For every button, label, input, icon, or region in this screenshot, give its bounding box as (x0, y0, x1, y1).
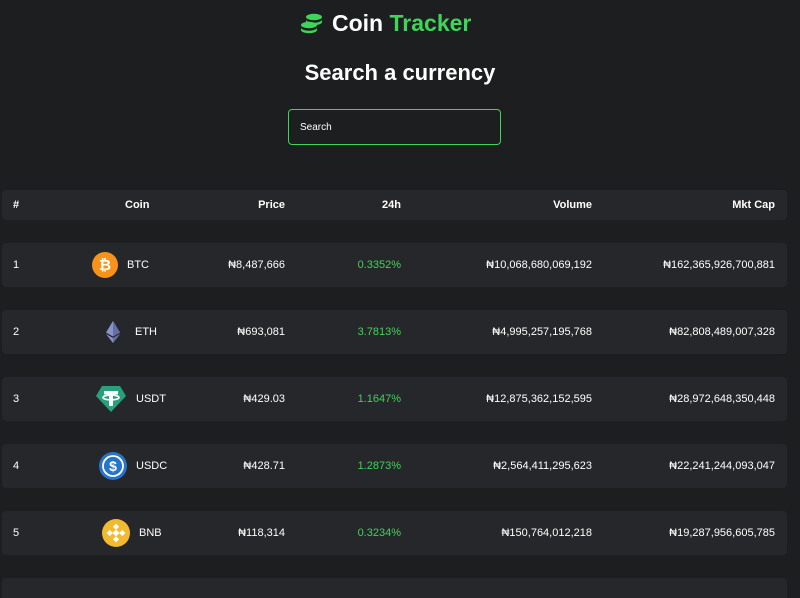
column-header-rank: # (13, 199, 20, 211)
coin-rank: 3 (13, 393, 20, 405)
coins-stack-icon (301, 13, 322, 33)
coin-change-24h: 0.3234% (357, 527, 401, 539)
coin-rank: 5 (13, 527, 20, 539)
coin-cell[interactable]: ₿ BTC (92, 243, 149, 287)
coin-volume: ₦12,875,362,152,595 (486, 393, 592, 405)
coin-rank: 1 (13, 259, 20, 271)
coin-price: ₦428.71 (243, 460, 285, 472)
tether-icon (95, 385, 127, 413)
coin-mkt-cap: ₦19,287,956,605,785 (669, 527, 775, 539)
coin-mkt-cap: ₦82,808,489,007,328 (669, 326, 775, 338)
coin-change-24h: 1.2873% (357, 460, 401, 472)
column-header-coin: Coin (125, 199, 150, 211)
column-header-volume: Volume (553, 199, 592, 211)
coin-price: ₦8,487,666 (228, 259, 285, 271)
coin-symbol: USDT (136, 393, 166, 405)
coin-rank: 2 (13, 326, 20, 338)
table-row[interactable] (2, 578, 787, 598)
usdc-icon: $ (99, 452, 127, 480)
coin-price: ₦118,314 (238, 527, 285, 539)
svg-text:₿: ₿ (99, 257, 111, 273)
coin-price: ₦693,081 (237, 326, 285, 338)
coin-rank: 4 (13, 460, 20, 472)
page-title: Search a currency (304, 60, 496, 85)
table-row[interactable]: 4 $ USDC ₦428.71 1.2873% ₦2,564,411,295,… (2, 444, 787, 488)
coin-symbol: ETH (135, 326, 157, 338)
app-name-part2: Tracker (389, 10, 472, 36)
coin-volume: ₦150,764,012,218 (501, 527, 592, 539)
coin-cell[interactable]: USDT (95, 377, 166, 421)
coin-change-24h: 3.7813% (357, 326, 401, 338)
app-name: Coin Tracker (332, 10, 471, 37)
coin-volume: ₦4,995,257,195,768 (492, 326, 592, 338)
coin-cell[interactable]: BNB (102, 511, 162, 555)
column-header-24h: 24h (382, 199, 401, 211)
svg-text:$: $ (109, 458, 117, 474)
coin-symbol: BNB (139, 527, 162, 539)
coin-symbol: BTC (127, 259, 149, 271)
coin-mkt-cap: ₦28,972,648,350,448 (669, 393, 775, 405)
coin-mkt-cap: ₦22,241,244,093,047 (669, 460, 775, 472)
table-row[interactable]: 2 ETH ₦693,081 3.7813% ₦4,995,257,195,76… (2, 310, 787, 354)
coin-price: ₦429.03 (243, 393, 285, 405)
bnb-icon (102, 519, 130, 547)
coin-mkt-cap: ₦162,365,926,700,881 (663, 259, 775, 271)
table-header: # Coin Price 24h Volume Mkt Cap (2, 190, 787, 220)
coin-volume: ₦10,068,680,069,192 (486, 259, 592, 271)
coin-symbol: USDC (136, 460, 168, 472)
coin-volume: ₦2,564,411,295,623 (493, 460, 592, 472)
coin-change-24h: 1.1647% (357, 393, 401, 405)
table-row[interactable]: 3 USDT ₦429.03 1.1647% ₦12,875,362,152,5… (2, 377, 787, 421)
bitcoin-icon: ₿ (92, 252, 118, 278)
table-row[interactable]: 5 BNB ₦118,314 0.3234% ₦150,764,012,218 … (2, 511, 787, 555)
ethereum-icon (100, 319, 126, 345)
search-input[interactable] (288, 109, 501, 145)
column-header-mkt-cap: Mkt Cap (732, 199, 775, 211)
app-logo: Coin Tracker (300, 10, 471, 37)
table-row[interactable]: 1 ₿ BTC ₦8,487,666 0.3352% ₦10,068,680,0… (2, 243, 787, 287)
coin-cell[interactable]: $ USDC (99, 444, 167, 488)
column-header-price: Price (258, 199, 285, 211)
coin-cell[interactable]: ETH (100, 310, 157, 354)
coin-change-24h: 0.3352% (357, 259, 401, 271)
app-name-part1: Coin (332, 10, 384, 36)
